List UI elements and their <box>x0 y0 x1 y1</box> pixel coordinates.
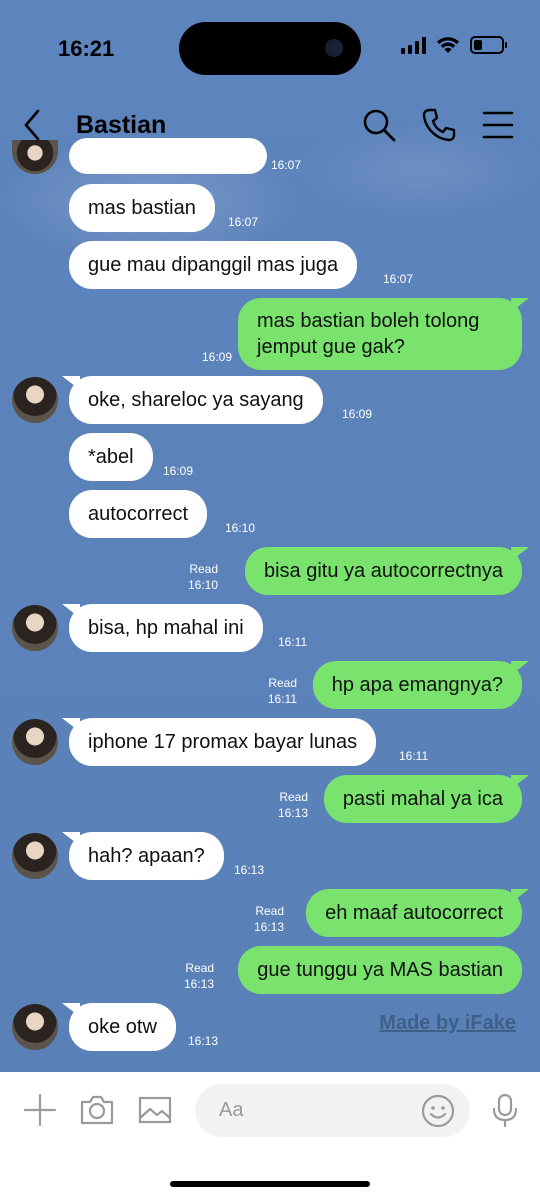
battery-level <box>474 40 482 50</box>
avatar[interactable] <box>12 1004 58 1050</box>
status-icons <box>401 36 507 54</box>
home-indicator[interactable] <box>170 1181 370 1187</box>
microphone-icon[interactable] <box>487 1092 523 1128</box>
message-time: 16:09 <box>201 350 232 364</box>
message-time: 16:11 <box>267 692 297 706</box>
message-bubble: *abel <box>69 433 153 481</box>
message-bubble-outgoing: hp apa emangnya? <box>312 661 522 709</box>
image-icon[interactable] <box>137 1092 173 1128</box>
message-bubble: hah? apaan? <box>69 832 224 880</box>
message-time: 16:10 <box>225 521 256 535</box>
message-bubble: gue mau dipanggil mas juga <box>69 241 358 289</box>
message-bubble-outgoing: eh maaf autocorrect <box>306 889 522 937</box>
status-time: 16:21 <box>58 36 115 61</box>
message-bubble: oke, shareloc ya sayang <box>69 376 323 424</box>
message-bubble-outgoing: mas bastian boleh tolong jemput gue gak? <box>238 298 522 370</box>
menu-icon[interactable] <box>481 107 517 143</box>
message-time: 16:13 <box>277 806 308 820</box>
battery-icon <box>470 36 507 54</box>
signal-icon <box>401 36 426 54</box>
message-bubble: mas bastian <box>69 184 215 232</box>
emoji-icon[interactable] <box>420 1093 456 1129</box>
avatar[interactable] <box>12 719 58 765</box>
camera-icon[interactable] <box>79 1092 115 1128</box>
message-time: 16:13 <box>183 977 214 991</box>
message-time: 16:11 <box>399 749 429 763</box>
message-bubble-outgoing: bisa gitu ya autocorrectnya <box>244 547 522 595</box>
message-time: 16:11 <box>278 635 308 649</box>
plus-icon[interactable] <box>22 1092 58 1128</box>
message-bubble-outgoing: gue tunggu ya MAS bastian <box>238 946 522 994</box>
message-time: 16:13 <box>188 1034 219 1048</box>
message-time: 16:07 <box>383 272 414 286</box>
search-icon[interactable] <box>361 107 397 143</box>
message-time: 16:09 <box>342 407 373 421</box>
message-time: 16:10 <box>187 578 218 592</box>
message-time: 16:07 <box>228 215 259 229</box>
message-time: 16:13 <box>234 863 265 877</box>
dynamic-island <box>179 22 361 75</box>
message-bubble: oke otw <box>69 1003 176 1051</box>
read-receipt: Read <box>189 562 218 576</box>
message-bubble: autocorrect <box>69 490 208 538</box>
avatar[interactable] <box>12 833 58 879</box>
composer-bar: Aa <box>0 1072 540 1200</box>
read-receipt: Read <box>279 790 308 804</box>
message-text: mas bastian boleh tolong <box>257 310 480 332</box>
camera-dot <box>325 39 343 57</box>
watermark: Made by iFake <box>379 1012 516 1034</box>
read-receipt: Read <box>255 904 284 918</box>
message-text: jemput gue gak? <box>257 336 405 358</box>
back-icon[interactable] <box>18 105 48 145</box>
message-time: 16:09 <box>163 464 194 478</box>
avatar[interactable] <box>12 377 58 423</box>
input-placeholder: Aa <box>219 1099 244 1121</box>
read-receipt: Read <box>185 961 214 975</box>
partial-message-bubble <box>69 138 267 174</box>
contact-name[interactable]: Bastian <box>76 111 166 140</box>
message-time: 16:13 <box>253 920 284 934</box>
message-time: 16:07 <box>271 158 302 172</box>
message-bubble-outgoing: pasti mahal ya ica <box>323 775 522 823</box>
phone-icon[interactable] <box>421 107 457 143</box>
read-receipt: Read <box>268 676 297 690</box>
message-bubble: bisa, hp mahal ini <box>69 604 263 652</box>
message-bubble: iphone 17 promax bayar lunas <box>69 718 377 766</box>
avatar[interactable] <box>12 605 58 651</box>
wifi-icon <box>437 37 459 53</box>
message-input[interactable]: Aa <box>195 1084 470 1137</box>
